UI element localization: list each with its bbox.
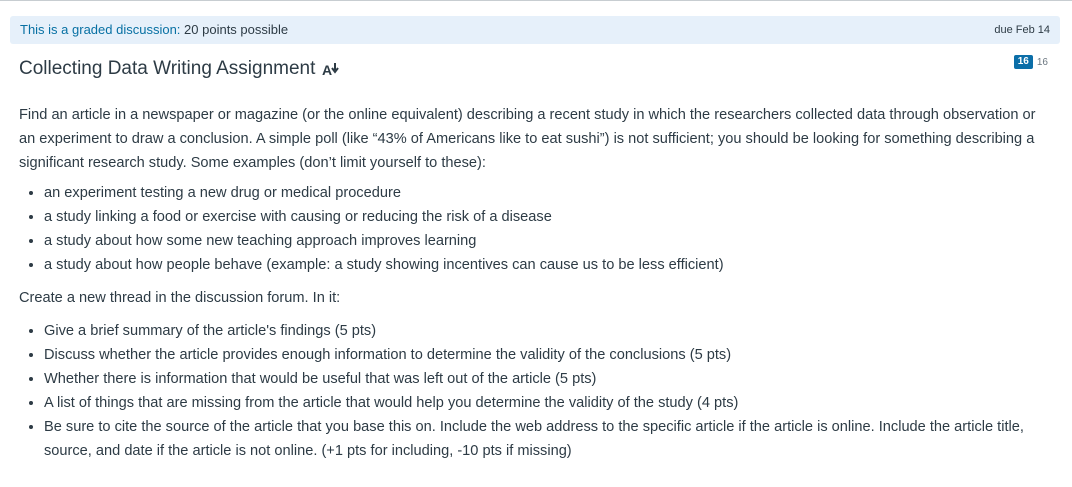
text-size-down-icon[interactable]: A	[322, 60, 344, 78]
list-item: a study about how people behave (example…	[44, 253, 1049, 277]
list-item: A list of things that are missing from t…	[44, 391, 1049, 415]
intro-paragraph: Find an article in a newspaper or magazi…	[19, 107, 1036, 171]
list-item: an experiment testing a new drug or medi…	[44, 181, 1049, 205]
list-item: a study linking a food or exercise with …	[44, 205, 1049, 229]
list-item: Whether there is information that would …	[44, 367, 1049, 391]
total-count: 16	[1036, 56, 1048, 68]
list-item: Be sure to cite the source of the articl…	[44, 415, 1049, 463]
points-possible: 20 points possible	[184, 22, 289, 37]
graded-label: This is a graded discussion:	[20, 22, 181, 37]
svg-text:A: A	[322, 62, 332, 78]
graded-discussion-banner: This is a graded discussion: 20 points p…	[10, 16, 1060, 44]
list-item: Give a brief summary of the article's fi…	[44, 319, 1049, 343]
graded-info: This is a graded discussion: 20 points p…	[20, 23, 288, 37]
list-item: Discuss whether the article provides eno…	[44, 343, 1049, 367]
thread-instructions: Create a new thread in the discussion fo…	[19, 290, 341, 306]
requirements-list: Give a brief summary of the article's fi…	[19, 319, 1049, 463]
unread-count-badge[interactable]: 16	[1013, 55, 1033, 69]
discussion-body: Find an article in a newspaper or magazi…	[19, 103, 1049, 469]
due-date: due Feb 14	[994, 24, 1050, 36]
top-divider	[0, 0, 1072, 4]
reply-counts: 16 16	[1013, 55, 1048, 69]
page-title: Collecting Data Writing Assignment	[19, 58, 316, 79]
list-item: a study about how some new teaching appr…	[44, 229, 1049, 253]
examples-list: an experiment testing a new drug or medi…	[19, 181, 1049, 277]
title-row: Collecting Data Writing Assignment A	[19, 56, 344, 82]
